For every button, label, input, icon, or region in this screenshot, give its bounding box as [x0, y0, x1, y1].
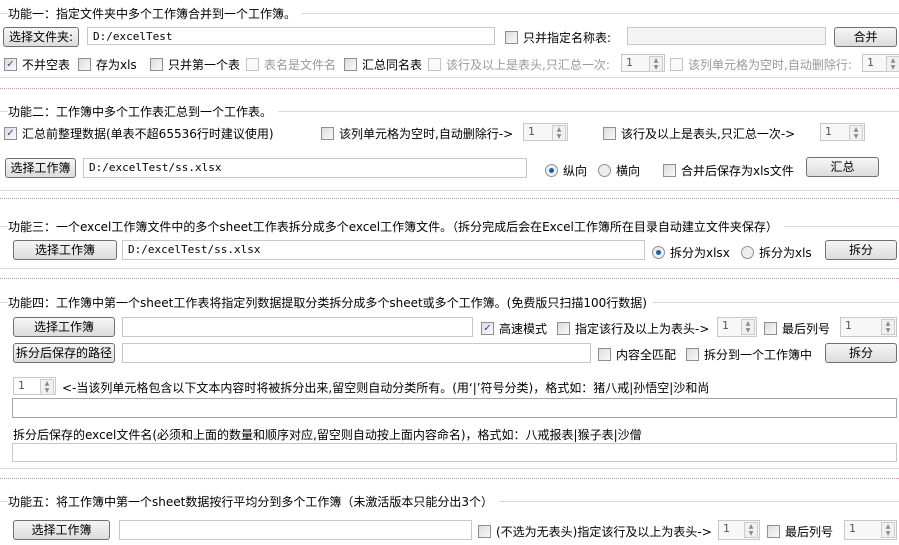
header-row-checkbox[interactable]: (不选为无表头)指定该行及以上为表头->: [478, 523, 712, 540]
split-xlsx-radio[interactable]: 拆分为xlsx: [652, 244, 730, 261]
filenames-hint: 拆分后保存的excel文件名(必须和上面的数量和顺序对应,留空则自动按上面内容命…: [13, 428, 642, 442]
header-row-spinner[interactable]: 1 ▲ ▼: [621, 54, 665, 72]
spinner-arrows-icon[interactable]: ▲ ▼: [40, 379, 54, 395]
value: 1: [867, 56, 874, 69]
label: 该列单元格为空时,自动删除行:: [688, 58, 852, 72]
filenames-input[interactable]: [12, 443, 897, 462]
section3-title: 功能三：一个excel工作簿文件中的多个sheet工作表拆分成多个excel工作…: [8, 218, 784, 235]
empty-col-spinner[interactable]: 1 ▲ ▼: [862, 54, 899, 72]
spinner-arrows-icon[interactable]: ▲ ▼: [744, 522, 758, 538]
skip-empty-checkbox[interactable]: ✓ 不并空表: [4, 56, 70, 73]
label: 表名是文件名: [264, 58, 337, 72]
label: 最后列号: [785, 525, 834, 539]
summarize-button[interactable]: 汇总: [806, 157, 879, 177]
spinner-arrows-icon[interactable]: ▲ ▼: [881, 319, 895, 335]
horizontal-radio[interactable]: 横向: [598, 162, 640, 179]
workbook-path-input[interactable]: D:/excelTest/ss.xlsx: [122, 240, 645, 260]
label: (不选为无表头)指定该行及以上为表头->: [496, 525, 712, 539]
header-row-spinner[interactable]: 1 ▲ ▼: [718, 520, 760, 540]
spinner-arrows-icon[interactable]: ▲ ▼: [881, 522, 895, 538]
empty-col-spinner[interactable]: 1 ▲ ▼: [523, 123, 568, 141]
sheet-name-is-filename-checkbox[interactable]: 表名是文件名: [246, 56, 336, 73]
delete-empty-row-checkbox[interactable]: 该列单元格为空时,自动删除行->: [321, 125, 513, 142]
filter-hint: <-当该列单元格包含以下文本内容时将被拆分出来,留空则自动分类所有。(用‘|’符…: [62, 381, 710, 395]
section1-title: 功能一：指定文件夹中多个工作簿合并到一个工作簿。: [8, 5, 303, 22]
label: 拆分为xlsx: [670, 246, 730, 260]
delete-empty-row-checkbox[interactable]: 该列单元格为空时,自动删除行:: [670, 56, 852, 73]
split-button[interactable]: 拆分: [825, 343, 897, 363]
label: 高速模式: [499, 322, 548, 336]
select-workbook-button[interactable]: 选择工作簿: [13, 240, 117, 260]
value: 1: [845, 319, 852, 332]
save-path-button[interactable]: 拆分后保存的路径: [13, 343, 115, 363]
last-column-checkbox[interactable]: 最后列号: [767, 523, 833, 540]
split-to-one-workbook-checkbox[interactable]: 拆分到一个工作簿中: [686, 346, 812, 363]
exact-match-checkbox[interactable]: 内容全匹配: [598, 346, 676, 363]
folder-path-input[interactable]: D:/excelTest: [87, 27, 495, 45]
value: 1: [528, 125, 535, 138]
spinner-arrows-icon[interactable]: ▲ ▼: [849, 125, 863, 141]
spinner-arrows-icon[interactable]: ▲ ▼: [649, 56, 663, 72]
value: 1: [18, 379, 25, 392]
merge-button[interactable]: 合并: [834, 27, 897, 47]
header-once-checkbox[interactable]: 该行及以上是表头,只汇总一次->: [603, 125, 795, 142]
header-row-spinner[interactable]: 1 ▲ ▼: [820, 123, 865, 141]
select-workbook-button[interactable]: 选择工作簿: [13, 317, 115, 337]
value: 1: [849, 522, 856, 535]
label: 汇总前整理数据(单表不超65536行时建议使用): [22, 127, 274, 141]
only-named-checkbox[interactable]: 只并指定名称表:: [505, 29, 611, 46]
save-as-xls-checkbox[interactable]: 合并后保存为xls文件: [663, 162, 794, 179]
label: 汇总同名表: [362, 58, 423, 72]
spinner-arrows-icon[interactable]: ▲ ▼: [741, 319, 755, 335]
fast-mode-checkbox[interactable]: ✓ 高速模式: [481, 320, 547, 337]
label: 合并后保存为xls文件: [681, 164, 794, 178]
header-row-spinner[interactable]: 1 ▲ ▼: [717, 317, 757, 337]
label: 横向: [616, 164, 641, 178]
first-sheet-only-checkbox[interactable]: 只并第一个表: [150, 56, 240, 73]
label: 指定该行及以上为表头->: [575, 322, 710, 336]
label: 拆分为xls: [759, 246, 812, 260]
select-workbook-button[interactable]: 选择工作簿: [5, 158, 76, 178]
save-xls-checkbox[interactable]: 存为xls: [78, 56, 137, 73]
workbook-path-input[interactable]: D:/excelTest/ss.xlsx: [83, 158, 527, 178]
label: 拆分到一个工作簿中: [704, 348, 813, 362]
only-named-label: 只并指定名称表:: [523, 31, 612, 45]
label: 该行及以上是表头,只汇总一次->: [621, 127, 796, 141]
label: 只并第一个表: [168, 58, 241, 72]
select-workbook-button[interactable]: 选择工作簿: [13, 520, 110, 540]
tidy-data-checkbox[interactable]: ✓ 汇总前整理数据(单表不超65536行时建议使用): [4, 125, 274, 142]
value: 1: [825, 125, 832, 138]
value: 1: [626, 56, 633, 69]
vertical-radio[interactable]: 纵向: [545, 162, 587, 179]
label: 内容全匹配: [616, 348, 677, 362]
select-folder-button[interactable]: 选择文件夹:: [3, 27, 79, 47]
sheet-name-input[interactable]: [627, 27, 826, 45]
last-column-spinner[interactable]: 1 ▲ ▼: [840, 317, 897, 337]
label: 存为xls: [96, 58, 137, 72]
label: 纵向: [563, 164, 588, 178]
label: 不并空表: [22, 58, 71, 72]
last-column-spinner[interactable]: 1 ▲ ▼: [844, 520, 897, 540]
value: 1: [722, 319, 729, 332]
split-xls-radio[interactable]: 拆分为xls: [741, 244, 812, 261]
last-column-checkbox[interactable]: 最后列号: [764, 320, 830, 337]
split-button[interactable]: 拆分: [825, 240, 897, 260]
filter-text-input[interactable]: [12, 398, 897, 418]
spinner-arrows-icon[interactable]: ▲ ▼: [886, 56, 899, 72]
section5-title: 功能五：将工作簿中第一个sheet数据按行平均分到多个工作簿（未激活版本只能分出…: [8, 493, 499, 510]
workbook-path-input[interactable]: [122, 317, 473, 337]
label: 最后列号: [782, 322, 831, 336]
label: 该行及以上是表头,只汇总一次:: [446, 58, 610, 72]
workbook-path-input[interactable]: [119, 520, 472, 540]
spinner-arrows-icon[interactable]: ▲ ▼: [552, 125, 566, 141]
label: 该列单元格为空时,自动删除行->: [339, 127, 514, 141]
header-row-checkbox[interactable]: 指定该行及以上为表头->: [557, 320, 709, 337]
value: 1: [723, 522, 730, 535]
merge-same-name-checkbox[interactable]: 汇总同名表: [344, 56, 422, 73]
save-path-input[interactable]: [122, 343, 591, 363]
header-once-checkbox[interactable]: 该行及以上是表头,只汇总一次:: [428, 56, 610, 73]
section2-title: 功能二：工作簿中多个工作表汇总到一个工作表。: [8, 103, 279, 120]
column-spinner[interactable]: 1 ▲ ▼: [13, 377, 56, 395]
section4-title: 功能四：工作簿中第一个sheet工作表将指定列数据提取分类拆分成多个sheet或…: [8, 294, 653, 311]
